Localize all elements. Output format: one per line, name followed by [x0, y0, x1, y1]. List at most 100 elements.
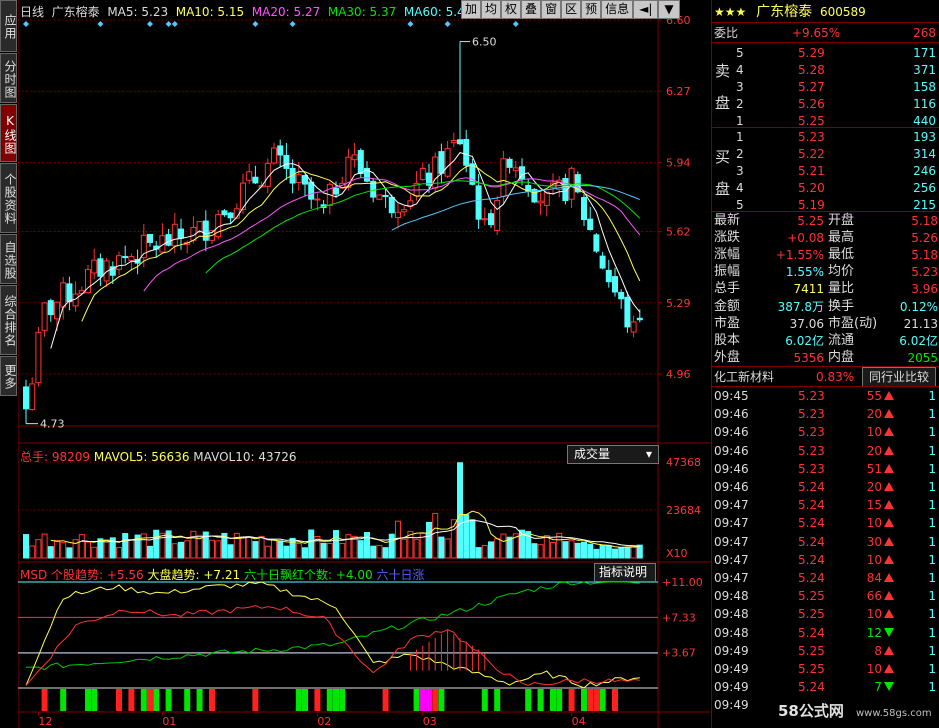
signal-bar — [41, 689, 48, 711]
toolbar-add[interactable]: 加 — [461, 0, 482, 19]
mavol10-label: MAVOL10: 43726 — [193, 450, 297, 464]
tick-count: 1 — [928, 425, 936, 440]
tab-profile[interactable]: 个股资料 — [0, 163, 17, 233]
stat-label: 量比 — [828, 281, 855, 297]
tab-apps[interactable]: 应用 — [0, 0, 17, 52]
tab-intraday[interactable]: 分时图 — [0, 53, 17, 103]
signal-bar — [525, 689, 532, 711]
industry-compare-button[interactable]: 同行业比较 — [862, 367, 937, 387]
tab-kline[interactable]: K线图 — [0, 104, 17, 162]
toolbar-alert[interactable]: 预 — [581, 0, 602, 19]
toolbar-avg[interactable]: 均 — [481, 0, 502, 19]
tick-row: 09:48 5.25 10 1 — [712, 605, 939, 623]
volume-indicator-select[interactable]: 成交量 ▾ — [567, 445, 659, 464]
toolbar-window[interactable]: 窗 — [541, 0, 562, 19]
volume-bar — [370, 545, 377, 559]
stat-label: 开盘 — [828, 213, 855, 228]
stat-label: 换手 — [828, 298, 855, 314]
buy-row[interactable]: 4 5.20 256 — [712, 179, 939, 197]
stat-value: 21.13 — [903, 316, 938, 331]
weibi-diff: 268 — [913, 26, 936, 40]
sell-volume: 371 — [913, 63, 936, 77]
candle-body — [283, 155, 290, 169]
candle-body — [395, 211, 401, 219]
indicator-explain-button[interactable]: 指标说明 — [594, 563, 656, 582]
tick-volume: 20 — [866, 443, 882, 458]
tab-more[interactable]: 更多 — [0, 356, 17, 396]
volume-bar — [562, 541, 569, 559]
sell-volume: 171 — [913, 46, 936, 60]
candle-body — [612, 276, 618, 293]
volume-bar — [277, 540, 284, 559]
stat-label: 最新 — [714, 213, 741, 228]
toolbar-info[interactable]: 信息 — [601, 0, 634, 19]
candle-body — [537, 200, 544, 204]
signal-bar — [91, 689, 98, 711]
toolbar-dropdown-icon[interactable]: ▼ — [658, 0, 680, 19]
sell-level: 4 — [736, 63, 744, 77]
volume-bar — [413, 538, 420, 559]
volume-bar — [252, 541, 259, 559]
chart-area[interactable]: 6.60 6.27 5.94 5.62 5.29 4.96 6.50 4.73 47368 236… — [18, 0, 711, 728]
sell-row[interactable]: 4 5.28 371 — [712, 61, 939, 79]
stat-row: 最新 5.25 开盘 5.18 — [712, 212, 939, 230]
tick-price: 5.24 — [798, 680, 825, 695]
weibi-value: +9.65% — [792, 26, 841, 40]
volume-bar — [488, 541, 494, 559]
tick-count: 1 — [928, 498, 936, 513]
buy-row[interactable]: 3 5.21 246 — [712, 162, 939, 180]
volume-bar — [500, 533, 507, 559]
msd-tick-label: +7.33 — [662, 611, 696, 624]
volume-bar — [537, 544, 544, 559]
volume-bar — [376, 544, 383, 559]
event-diamond-icon — [252, 21, 259, 27]
candle-body — [500, 158, 507, 197]
buy-row[interactable]: 2 5.22 314 — [712, 145, 939, 163]
sell-row[interactable]: 3 5.27 158 — [712, 78, 939, 96]
volume-bar — [47, 546, 54, 559]
volume-bar — [289, 537, 296, 559]
arrow-up-icon — [884, 536, 894, 546]
signal-bar — [556, 689, 563, 711]
tab-watchlist[interactable]: 自选股 — [0, 234, 17, 284]
candle-body — [60, 282, 67, 308]
candle-body — [128, 256, 135, 262]
volume-bar — [457, 462, 463, 559]
tick-row: 09:46 5.23 20 1 — [712, 405, 939, 423]
volume-bar — [438, 536, 445, 559]
stat-value: 1.55% — [785, 265, 824, 280]
stat-row: 金额 387.8万 换手 0.12% — [712, 298, 939, 316]
toolbar-rights[interactable]: 权 — [501, 0, 522, 19]
toolbar-range[interactable]: 区 — [561, 0, 582, 19]
volume-bar — [227, 544, 234, 559]
signal-bar — [537, 689, 544, 711]
toolbar-overlay[interactable]: 叠 — [521, 0, 542, 19]
tab-ranking[interactable]: 综合排名 — [0, 285, 17, 355]
volume-bar — [494, 538, 501, 559]
msd-red-count: 六十日飘红个数: +4.00 — [243, 568, 373, 582]
volume-bar — [295, 543, 302, 559]
event-diamond-icon — [512, 21, 519, 27]
stat-row: 涨跌 +0.08 最高 5.26 — [712, 229, 939, 247]
msd-name: MSD — [20, 568, 48, 582]
stat-label: 总手 — [714, 281, 741, 297]
sell-row[interactable]: 5 5.29 171 — [712, 44, 939, 62]
buy-row[interactable]: 1 5.23 193 — [712, 128, 939, 146]
tick-time: 09:48 — [714, 625, 749, 640]
price-tick-label: 5.62 — [666, 226, 691, 239]
stat-value: 5356 — [793, 350, 824, 365]
candle-body — [512, 167, 519, 172]
volume-bar — [116, 547, 122, 559]
sell-row[interactable]: 2 5.26 116 — [712, 95, 939, 113]
signal-bar — [599, 689, 606, 711]
candle-body — [388, 196, 395, 214]
tick-count: 1 — [928, 407, 936, 422]
tick-count: 1 — [928, 461, 936, 476]
signal-bar — [382, 689, 389, 711]
stat-label: 内盘 — [828, 349, 855, 365]
tick-time: 09:46 — [714, 407, 749, 422]
event-diamond-icon — [444, 21, 451, 27]
candle-body — [227, 212, 234, 219]
toolbar-speaker-icon[interactable]: ◄| — [633, 0, 659, 19]
candle-body — [488, 213, 494, 226]
